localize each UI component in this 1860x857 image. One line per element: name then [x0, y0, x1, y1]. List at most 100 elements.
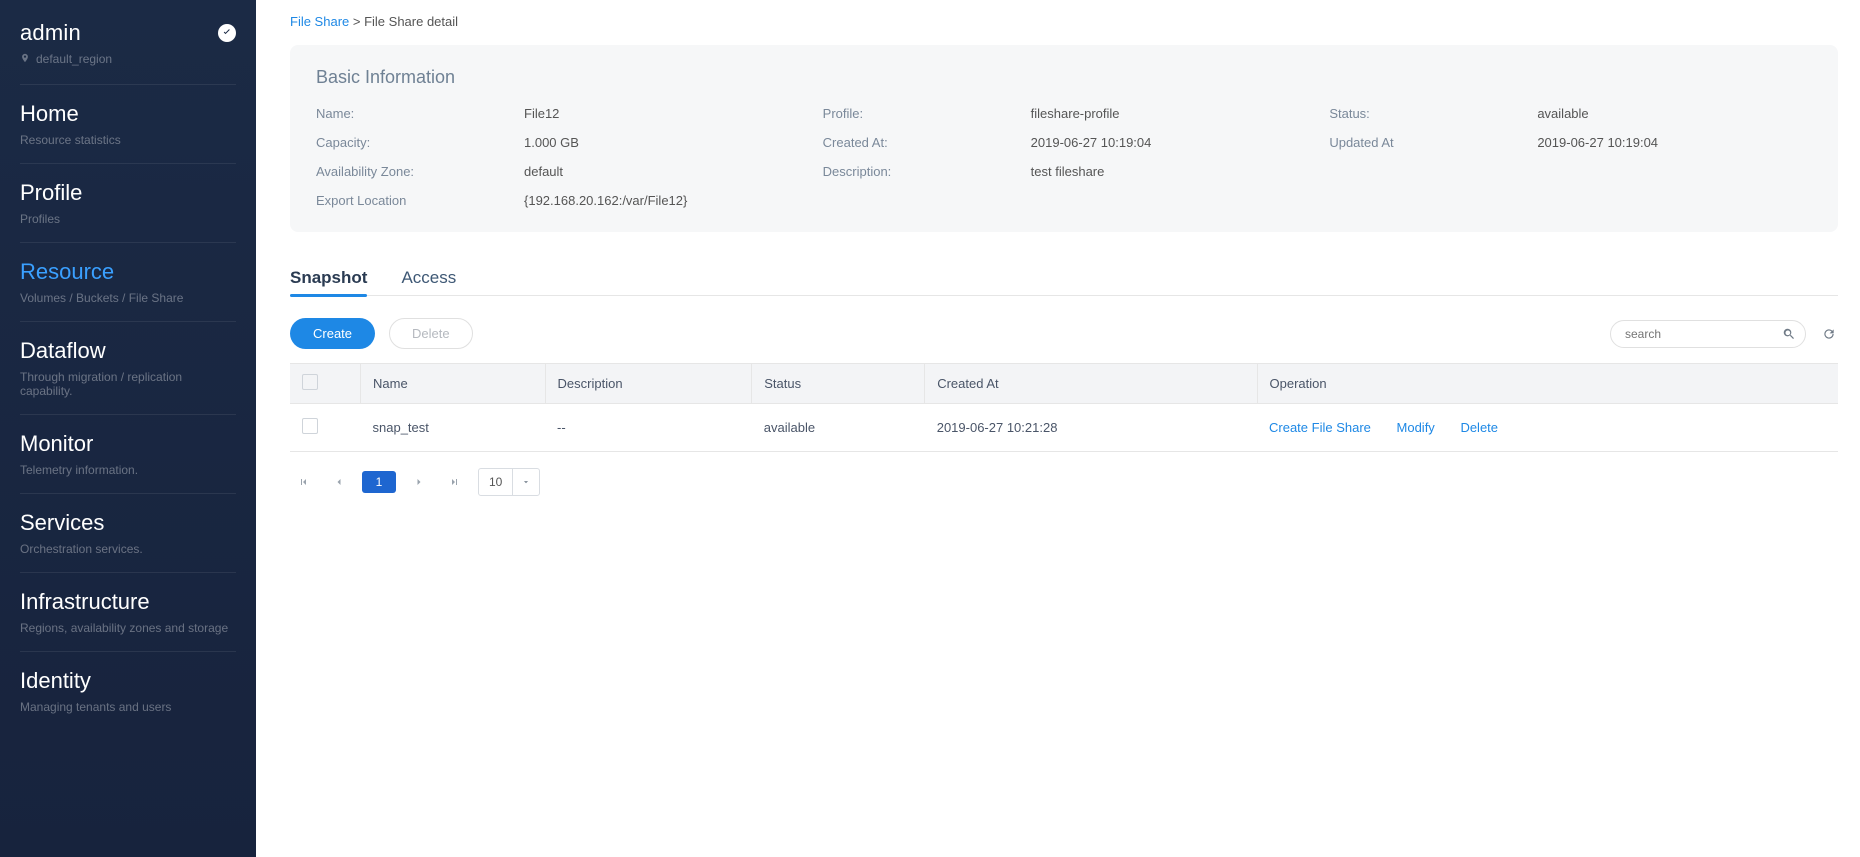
info-value: fileshare-profile: [1031, 106, 1306, 121]
info-label: Name:: [316, 106, 516, 121]
page-current[interactable]: 1: [362, 471, 396, 493]
page-next-icon[interactable]: [406, 469, 432, 495]
page-last-icon[interactable]: [442, 469, 468, 495]
sidebar-item-title: Monitor: [20, 431, 236, 457]
toolbar: Create Delete: [290, 318, 1838, 349]
sidebar-item-subtitle: Through migration / replication capabili…: [20, 370, 236, 398]
sidebar-item-title: Services: [20, 510, 236, 536]
page-size-select[interactable]: 10: [478, 468, 540, 496]
cell-created: 2019-06-27 10:21:28: [925, 404, 1257, 452]
sidebar-item-subtitle: Profiles: [20, 212, 236, 226]
panel-title: Basic Information: [316, 67, 1812, 88]
info-row-name: Name: File12: [316, 106, 799, 121]
info-value: available: [1537, 106, 1812, 121]
op-modify[interactable]: Modify: [1397, 420, 1435, 435]
refresh-icon[interactable]: [1820, 325, 1838, 343]
region-indicator: default_region: [20, 52, 236, 66]
breadcrumb: File Share > File Share detail: [290, 14, 1838, 29]
info-row-az: Availability Zone: default: [316, 164, 799, 179]
info-label: Description:: [823, 164, 1023, 179]
search-icon[interactable]: [1782, 325, 1796, 343]
sidebar-item-dataflow[interactable]: Dataflow Through migration / replication…: [20, 321, 236, 414]
sidebar: admin default_region Home Resource stati…: [0, 0, 256, 857]
col-created[interactable]: Created At: [925, 364, 1257, 404]
sidebar-item-subtitle: Orchestration services.: [20, 542, 236, 556]
op-create-fileshare[interactable]: Create File Share: [1269, 420, 1371, 435]
info-value: default: [524, 164, 799, 179]
sidebar-item-infrastructure[interactable]: Infrastructure Regions, availability zon…: [20, 572, 236, 651]
col-description[interactable]: Description: [545, 364, 752, 404]
page-size-value: 10: [479, 469, 513, 495]
cell-operations: Create File Share Modify Delete: [1257, 404, 1838, 452]
pagination: 1 10: [290, 468, 1838, 496]
breadcrumb-current: File Share detail: [364, 14, 458, 29]
sidebar-item-services[interactable]: Services Orchestration services.: [20, 493, 236, 572]
sidebar-item-title: Identity: [20, 668, 236, 694]
cell-description: --: [545, 404, 752, 452]
check-circle-icon: [221, 26, 233, 41]
cell-name: snap_test: [361, 404, 546, 452]
tab-access[interactable]: Access: [401, 260, 456, 296]
sidebar-nav: Home Resource statistics Profile Profile…: [20, 84, 236, 730]
select-all-checkbox[interactable]: [302, 374, 318, 390]
info-row-updated: Updated At 2019-06-27 10:19:04: [1329, 135, 1812, 150]
info-label: Updated At: [1329, 135, 1529, 150]
sidebar-item-subtitle: Managing tenants and users: [20, 700, 236, 714]
info-value: File12: [524, 106, 799, 121]
sidebar-item-title: Home: [20, 101, 236, 127]
info-value: test fileshare: [1031, 164, 1306, 179]
chevron-down-icon: [513, 477, 539, 487]
tabs-underline: [290, 295, 1838, 296]
region-label: default_region: [36, 52, 112, 66]
op-delete[interactable]: Delete: [1460, 420, 1498, 435]
info-row-export: Export Location {192.168.20.162:/var/Fil…: [316, 193, 1812, 208]
main-content: File Share > File Share detail Basic Inf…: [256, 0, 1860, 857]
info-row-capacity: Capacity: 1.000 GB: [316, 135, 799, 150]
sidebar-item-subtitle: Regions, availability zones and storage: [20, 621, 236, 635]
tab-snapshot[interactable]: Snapshot: [290, 260, 367, 296]
breadcrumb-separator: >: [353, 14, 364, 29]
sidebar-item-title: Resource: [20, 259, 236, 285]
info-row-description: Description: test fileshare: [823, 164, 1306, 179]
sidebar-item-subtitle: Telemetry information.: [20, 463, 236, 477]
info-label: Status:: [1329, 106, 1529, 121]
sidebar-item-home[interactable]: Home Resource statistics: [20, 84, 236, 163]
sidebar-item-subtitle: Resource statistics: [20, 133, 236, 147]
info-label: Availability Zone:: [316, 164, 516, 179]
table-header-row: Name Description Status Created At Opera…: [290, 364, 1838, 404]
info-row-created: Created At: 2019-06-27 10:19:04: [823, 135, 1306, 150]
user-name: admin: [20, 20, 81, 46]
info-row-profile: Profile: fileshare-profile: [823, 106, 1306, 121]
table-row: snap_test -- available 2019-06-27 10:21:…: [290, 404, 1838, 452]
sidebar-item-profile[interactable]: Profile Profiles: [20, 163, 236, 242]
info-label: Profile:: [823, 106, 1023, 121]
cell-status: available: [752, 404, 925, 452]
sidebar-item-title: Infrastructure: [20, 589, 236, 615]
info-label: Export Location: [316, 193, 516, 208]
row-checkbox[interactable]: [302, 418, 318, 434]
basic-information-panel: Basic Information Name: File12 Profile: …: [290, 45, 1838, 232]
search-box[interactable]: [1610, 320, 1806, 348]
sidebar-item-monitor[interactable]: Monitor Telemetry information.: [20, 414, 236, 493]
user-menu-toggle[interactable]: [218, 24, 236, 42]
create-button[interactable]: Create: [290, 318, 375, 349]
breadcrumb-root[interactable]: File Share: [290, 14, 349, 29]
info-row-status: Status: available: [1329, 106, 1812, 121]
info-value: 2019-06-27 10:19:04: [1031, 135, 1306, 150]
delete-button[interactable]: Delete: [389, 318, 473, 349]
page-prev-icon[interactable]: [326, 469, 352, 495]
tabs: Snapshot Access: [290, 260, 1838, 296]
sidebar-item-resource[interactable]: Resource Volumes / Buckets / File Share: [20, 242, 236, 321]
search-input[interactable]: [1623, 326, 1782, 342]
location-icon: [20, 52, 30, 66]
col-operation: Operation: [1257, 364, 1838, 404]
sidebar-item-title: Profile: [20, 180, 236, 206]
info-value: 2019-06-27 10:19:04: [1537, 135, 1812, 150]
page-first-icon[interactable]: [290, 469, 316, 495]
info-value: 1.000 GB: [524, 135, 799, 150]
col-name[interactable]: Name: [361, 364, 546, 404]
col-status[interactable]: Status: [752, 364, 925, 404]
info-label: Created At:: [823, 135, 1023, 150]
sidebar-item-identity[interactable]: Identity Managing tenants and users: [20, 651, 236, 730]
info-value: {192.168.20.162:/var/File12}: [524, 193, 1812, 208]
